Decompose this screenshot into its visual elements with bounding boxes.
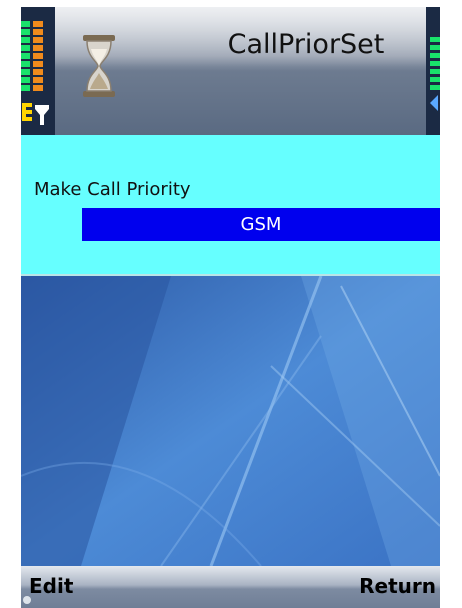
content-panel: Make Call Priority GSM (21, 135, 440, 276)
signal-strength-icon (21, 7, 55, 135)
window-title: CallPriorSet (227, 29, 385, 60)
wallpaper-background (21, 276, 440, 566)
call-priority-selector[interactable]: GSM (82, 208, 440, 241)
softkey-bar: Edit Return (21, 566, 440, 608)
return-softkey[interactable]: Return (359, 574, 436, 598)
title-bar: CallPriorSet (21, 7, 440, 135)
hourglass-icon (81, 35, 117, 97)
edit-softkey[interactable]: Edit (29, 574, 73, 598)
phone-screen: CallPriorSet Make Call Priority GSM Edit… (21, 7, 440, 608)
battery-icon (426, 7, 440, 135)
call-priority-label: Make Call Priority (34, 179, 191, 200)
